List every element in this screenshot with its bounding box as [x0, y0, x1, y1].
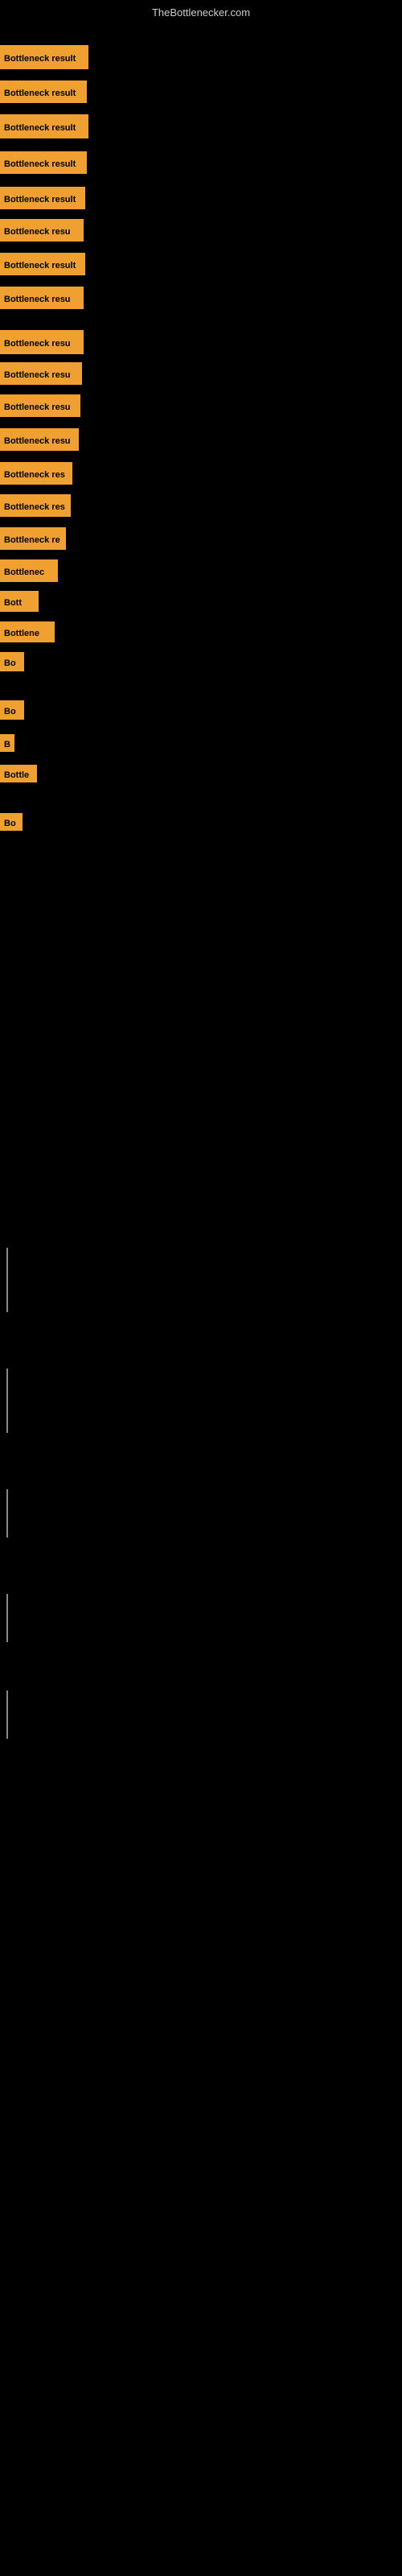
bottleneck-result-badge: Bottleneck result — [0, 80, 87, 103]
bottleneck-result-badge: Bottleneck resu — [0, 428, 79, 451]
bottleneck-result-badge: Bottleneck result — [0, 114, 88, 138]
bottleneck-result-badge: Bottleneck result — [0, 151, 87, 174]
vertical-line — [6, 1594, 8, 1642]
vertical-line — [6, 1248, 8, 1312]
bottleneck-result-badge: Bottleneck resu — [0, 219, 84, 242]
bottleneck-result-badge: Bo — [0, 652, 24, 671]
site-title: TheBottlenecker.com — [152, 6, 250, 19]
bottleneck-result-badge: Bottleneck result — [0, 187, 85, 209]
bottleneck-result-badge: Bott — [0, 591, 39, 612]
vertical-line — [6, 1368, 8, 1433]
bottleneck-result-badge: B — [0, 734, 14, 752]
bottleneck-result-badge: Bottleneck res — [0, 494, 71, 517]
bottleneck-result-badge: Bo — [0, 813, 23, 831]
bottleneck-result-badge: Bottlene — [0, 621, 55, 642]
bottleneck-result-badge: Bottleneck result — [0, 253, 85, 275]
bottleneck-result-badge: Bottleneck res — [0, 462, 72, 485]
bottleneck-result-badge: Bottleneck resu — [0, 330, 84, 354]
bottleneck-result-badge: Bottleneck re — [0, 527, 66, 550]
bottleneck-result-badge: Bottleneck resu — [0, 362, 82, 385]
bottleneck-result-badge: Bottle — [0, 765, 37, 782]
bottleneck-result-badge: Bo — [0, 700, 24, 720]
vertical-line — [6, 1489, 8, 1538]
bottleneck-result-badge: Bottleneck resu — [0, 287, 84, 309]
bottleneck-result-badge: Bottleneck resu — [0, 394, 80, 417]
vertical-line — [6, 1690, 8, 1739]
bottleneck-result-badge: Bottleneck result — [0, 45, 88, 69]
bottleneck-result-badge: Bottlenec — [0, 559, 58, 582]
